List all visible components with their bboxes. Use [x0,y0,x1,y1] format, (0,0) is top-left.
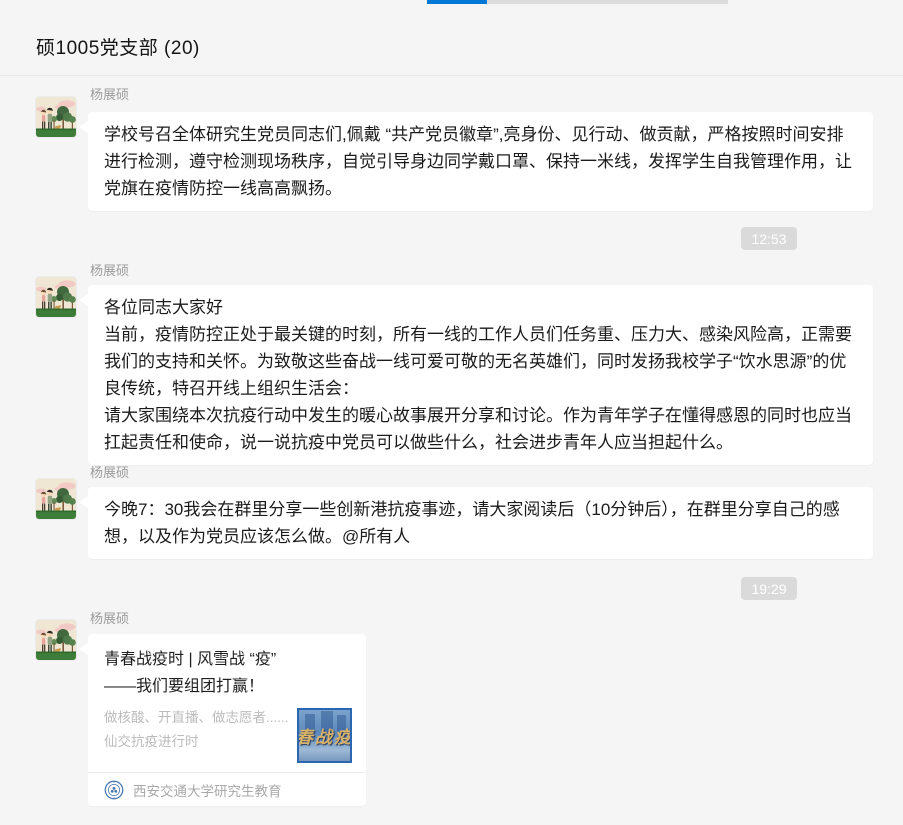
timestamp-badge: 12:53 [741,227,797,250]
sender-name: 杨展硕 [90,608,129,627]
article-thumbnail: 春战疫 [297,708,352,763]
article-title: 青春战疫时 | 风雪战 “疫” ——我们要组团打赢！ [104,646,350,700]
article-description: 做核酸、开直播、做志愿者......仙交抗疫进行时 [104,706,292,754]
sender-name: 杨展硕 [90,84,129,103]
avatar[interactable] [36,479,76,519]
shared-article-card[interactable]: 青春战疫时 | 风雪战 “疫” ——我们要组团打赢！ 做核酸、开直播、做志愿者.… [88,634,366,806]
avatar[interactable] [36,97,76,137]
timestamp-badge: 19:29 [741,577,797,600]
article-source: 西安交通大学研究生教育 [133,780,282,800]
avatar[interactable] [36,620,76,660]
top-scroll-indicator [427,0,487,4]
message-bubble: 今晚7：30我会在群里分享一些创新港抗疫事迹，请大家阅读后（10分钟后），在群里… [88,487,873,559]
sender-name: 杨展硕 [90,462,129,481]
thumbnail-calligraphy-text: 春战疫 [297,723,352,748]
avatar[interactable] [36,277,76,317]
header-divider [0,75,903,76]
message-bubble: 各位同志大家好 当前，疫情防控正处于最关键的时刻，所有一线的工作人员们任务重、压… [88,285,873,465]
top-scroll-track [487,0,728,4]
message-bubble: 学校号召全体研究生党员同志们,佩戴 “共产党员徽章”,亮身份、见行动、做贡献，严… [88,112,873,211]
chat-title: 硕1005党支部 (20) [36,33,200,60]
sender-name: 杨展硕 [90,260,129,279]
university-seal-icon [104,780,124,800]
article-source-row: 西安交通大学研究生教育 [88,772,366,806]
